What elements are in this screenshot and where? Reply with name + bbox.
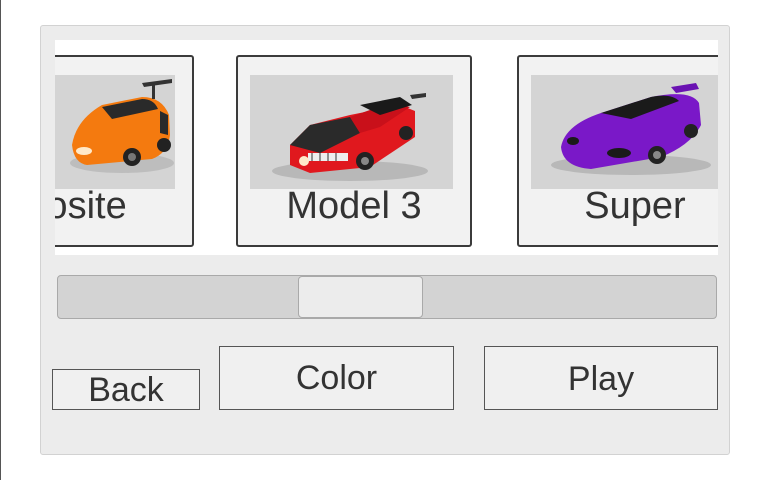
car-card-2-label: Model 3 — [286, 185, 422, 227]
car-card-3-thumbnail — [531, 75, 718, 189]
car-card-2-thumbnail — [250, 75, 453, 189]
back-button[interactable]: Back — [52, 369, 200, 410]
orange-sports-car-icon — [70, 79, 174, 173]
car-card-2[interactable]: Model 3 — [236, 55, 472, 247]
scrollbar-thumb[interactable] — [298, 276, 423, 318]
purple-supercar-icon — [551, 83, 711, 175]
carousel-scrollbar[interactable] — [57, 275, 717, 319]
car-card-3[interactable]: Super — [517, 55, 718, 247]
play-button[interactable]: Play — [484, 346, 718, 410]
red-sedan-car-icon — [272, 93, 428, 181]
car-card-1[interactable]: posite — [55, 55, 194, 247]
car-card-1-label: posite — [55, 185, 127, 227]
car-card-3-label: Super — [584, 185, 686, 227]
color-button[interactable]: Color — [219, 346, 454, 410]
car-card-1-thumbnail — [55, 75, 175, 189]
window-edge — [0, 0, 1, 480]
car-carousel[interactable]: posite Model 3 — [55, 40, 718, 255]
